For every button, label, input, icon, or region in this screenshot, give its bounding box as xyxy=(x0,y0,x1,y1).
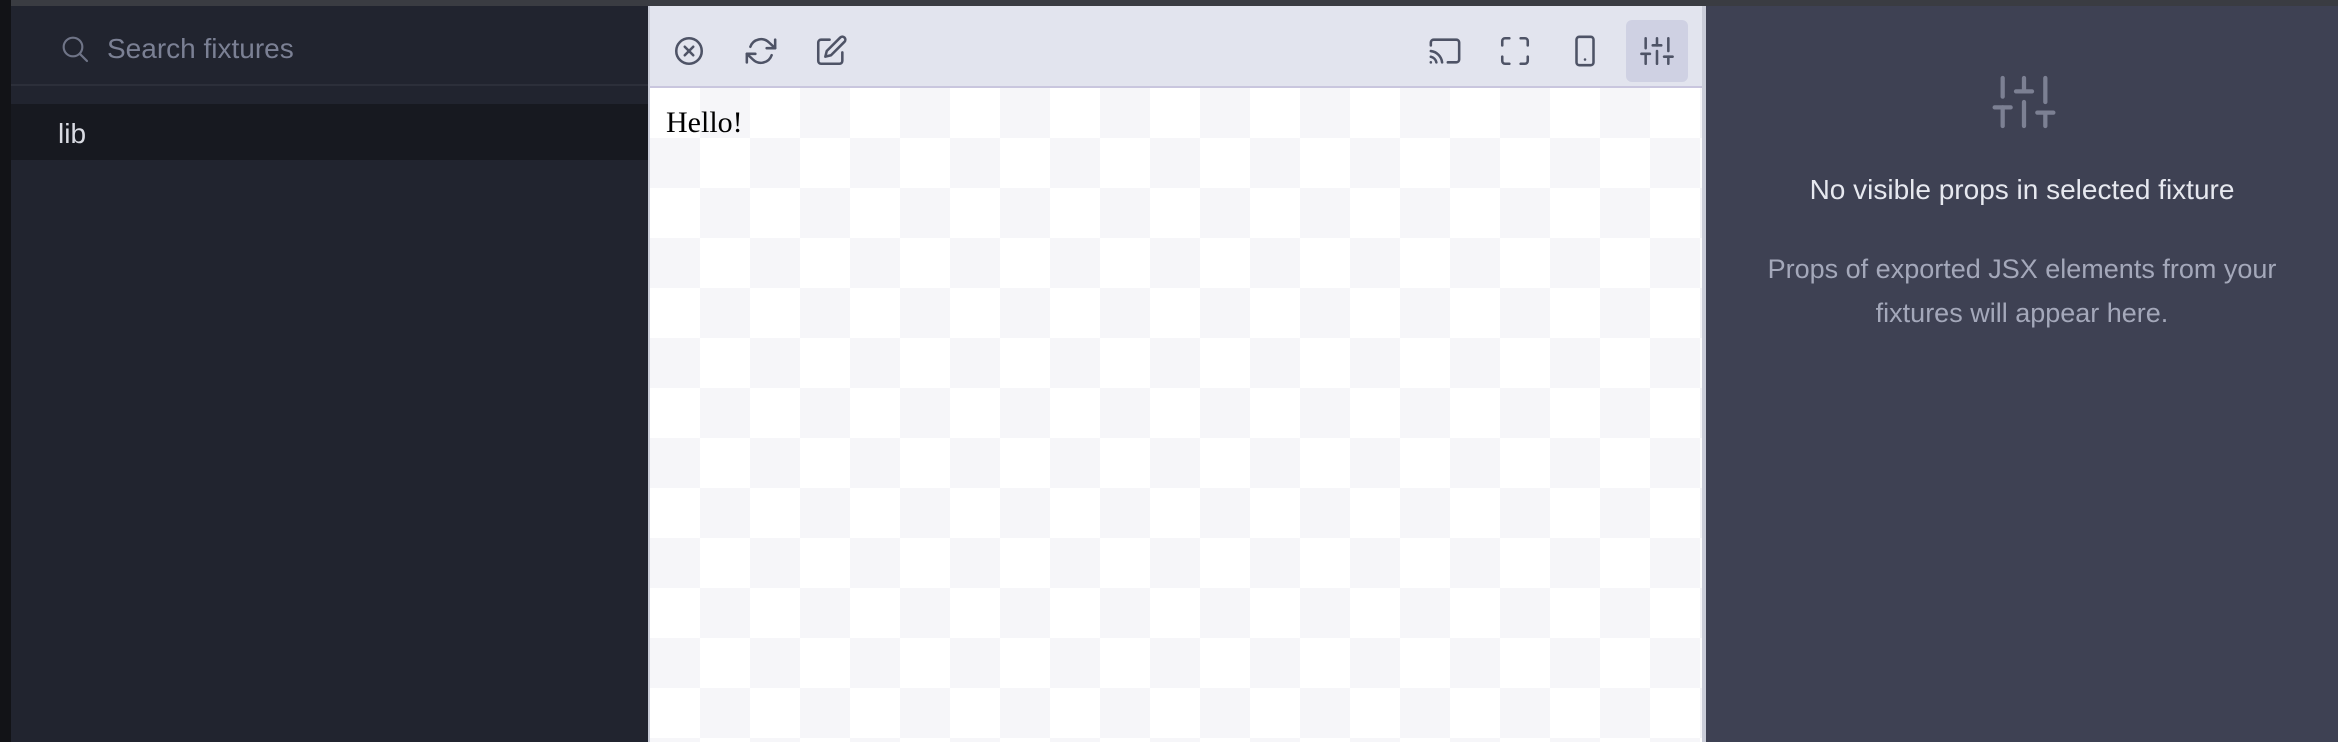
fixture-content-text: Hello! xyxy=(666,106,743,139)
fixture-canvas: Hello! xyxy=(650,88,1702,742)
refresh-button[interactable] xyxy=(730,20,792,82)
sliders-icon xyxy=(1640,36,1674,66)
fixture-sidebar: lib xyxy=(11,6,648,742)
sliders-icon xyxy=(1992,75,2056,129)
close-fixture-button[interactable] xyxy=(658,20,720,82)
renderer-toolbar xyxy=(650,6,1702,88)
control-panel-toggle-button[interactable] xyxy=(1626,20,1688,82)
renderer-panel: Hello! xyxy=(648,6,1706,742)
props-empty-title: No visible props in selected fixture xyxy=(1809,174,2235,205)
mobile-icon xyxy=(1575,35,1595,67)
cosmos-app: lib xyxy=(0,0,2338,742)
search-fixtures-input[interactable] xyxy=(105,28,609,70)
left-gutter xyxy=(0,0,11,742)
cast-icon xyxy=(1429,38,1461,64)
props-panel: No visible props in selected fixture Pro… xyxy=(1706,6,2338,742)
refresh-icon xyxy=(745,37,777,65)
close-icon xyxy=(674,36,704,66)
responsive-preview-button[interactable] xyxy=(1554,20,1616,82)
props-empty-description: Props of exported JSX elements from your… xyxy=(1767,254,2277,328)
fixture-tree-label: lib xyxy=(58,118,87,149)
search-row xyxy=(11,6,648,86)
fullscreen-icon xyxy=(1500,36,1530,66)
fixture-tree-item-lib[interactable]: lib xyxy=(11,104,648,160)
edit-fixture-button[interactable] xyxy=(800,20,862,82)
search-icon xyxy=(62,36,89,63)
remote-renderer-button[interactable] xyxy=(1414,20,1476,82)
fullscreen-button[interactable] xyxy=(1484,20,1546,82)
edit-icon xyxy=(816,35,847,66)
